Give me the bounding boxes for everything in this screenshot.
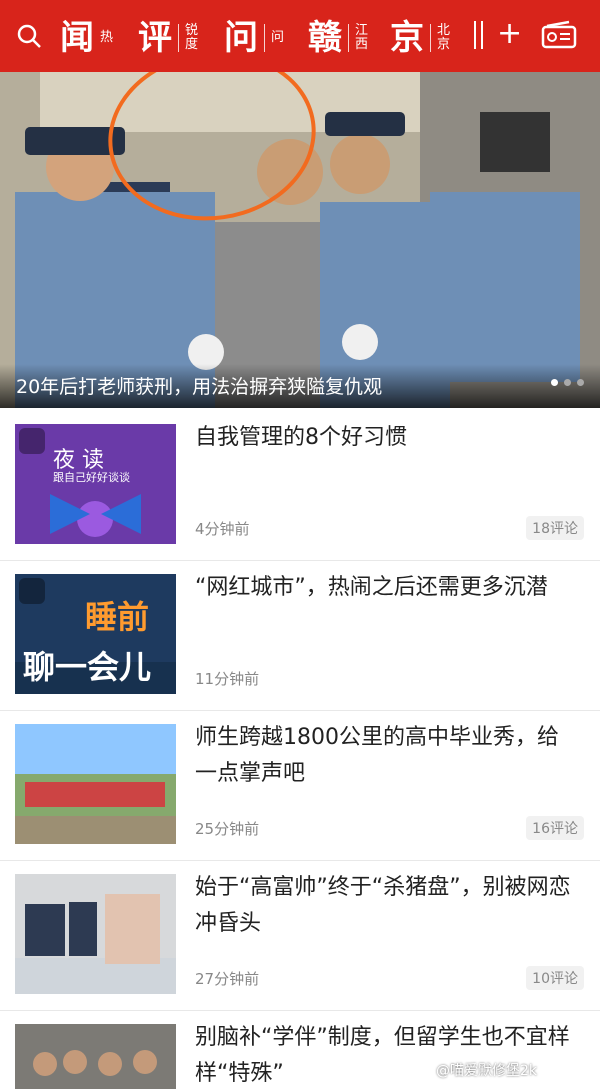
watermark: @喵爱默修堡2k xyxy=(436,1063,538,1079)
feed-title[interactable]: 始于“高富帅”终于“杀猪盘”，别被网恋冲昏头 xyxy=(195,870,580,942)
tab-jing-label: 京 xyxy=(390,18,424,58)
comment-count[interactable]: 10评论 xyxy=(526,966,584,990)
comment-count[interactable]: 16评论 xyxy=(526,816,584,840)
feed-thumbnail: 夜 读 跟自己好好谈谈 xyxy=(15,424,176,544)
comment-count[interactable]: 18评论 xyxy=(526,516,584,540)
carousel-dot-active[interactable] xyxy=(551,379,558,386)
feed-title[interactable]: “网红城市”，热闹之后还需更多沉潜 xyxy=(195,570,580,606)
tab-wen-label: 闻 xyxy=(60,18,94,58)
tab-gan[interactable]: 赣 江西 xyxy=(308,12,368,64)
headphones-icon xyxy=(19,428,45,454)
tab-divider xyxy=(348,24,349,52)
top-navigation-bar: 闻 热 评 锐度 问 问 赣 江西 京 北京 + xyxy=(0,0,600,72)
feed-title[interactable]: 师生跨越1800公里的高中毕业秀，给一点掌声吧 xyxy=(195,720,580,792)
feed-time: 25分钟前 xyxy=(195,820,260,838)
feed-item[interactable]: 睡前 聊一会儿 “网红城市”，热闹之后还需更多沉潜 11分钟前 xyxy=(0,560,600,711)
feed-time: 27分钟前 xyxy=(195,970,260,988)
tab-wen2-sub: 问 xyxy=(271,30,285,45)
carousel-dots[interactable] xyxy=(551,379,584,386)
tab-divider xyxy=(264,24,265,52)
tab-wen2-label: 问 xyxy=(224,18,258,58)
feed-thumbnail xyxy=(15,874,176,994)
search-icon[interactable] xyxy=(16,23,42,49)
tab-jing-sub: 北京 xyxy=(437,23,451,52)
tab-ping-sub: 锐度 xyxy=(185,23,199,52)
carousel-dot[interactable] xyxy=(564,379,571,386)
hero-title[interactable]: 20年后打老师获刑，用法治摒弃狭隘复仇观 xyxy=(16,372,382,399)
tab-ping-label: 评 xyxy=(138,18,172,58)
tab-wen2[interactable]: 问 问 xyxy=(224,12,284,64)
thumb-subtitle: 跟自己好好谈谈 xyxy=(53,471,130,484)
feed-time: 4分钟前 xyxy=(195,520,250,538)
tab-gan-sub: 江西 xyxy=(355,23,369,52)
tab-ping[interactable]: 评 锐度 xyxy=(138,12,198,64)
feed-title[interactable]: 自我管理的8个好习惯 xyxy=(195,420,580,456)
carousel-dot[interactable] xyxy=(577,379,584,386)
radio-icon[interactable] xyxy=(541,19,577,49)
tab-divider xyxy=(430,24,431,52)
feed-item[interactable]: 师生跨越1800公里的高中毕业秀，给一点掌声吧 25分钟前 16评论 xyxy=(0,710,600,861)
tab-jing[interactable]: 京 北京 xyxy=(390,12,450,64)
tab-divider xyxy=(178,24,179,52)
feed-title[interactable]: 别脑补“学伴”制度，但留学生也不宜样样“特殊” xyxy=(195,1020,580,1092)
feed-thumbnail: 睡前 聊一会儿 xyxy=(15,574,176,694)
tab-wen-sub: 热 xyxy=(100,30,114,45)
thumb-title: 睡前 xyxy=(85,598,150,636)
feed-thumbnail xyxy=(15,1024,176,1089)
tab-wen[interactable]: 闻 热 xyxy=(60,12,113,64)
feed-item[interactable]: 始于“高富帅”终于“杀猪盘”，别被网恋冲昏头 27分钟前 10评论 xyxy=(0,860,600,1011)
feed-item[interactable]: 夜 读 跟自己好好谈谈 自我管理的8个好习惯 4分钟前 18评论 xyxy=(0,410,600,561)
headphones-icon xyxy=(19,578,45,604)
thumb-subtitle: 聊一会儿 xyxy=(23,648,152,686)
tab-gan-label: 赣 xyxy=(308,18,342,58)
feed-time: 11分钟前 xyxy=(195,670,260,688)
tab-partial-icon[interactable] xyxy=(474,21,486,49)
hero-banner[interactable]: 20年后打老师获刑，用法治摒弃狭隘复仇观 xyxy=(0,72,600,408)
feed-thumbnail xyxy=(15,724,176,844)
add-tab-icon[interactable]: + xyxy=(497,19,522,49)
